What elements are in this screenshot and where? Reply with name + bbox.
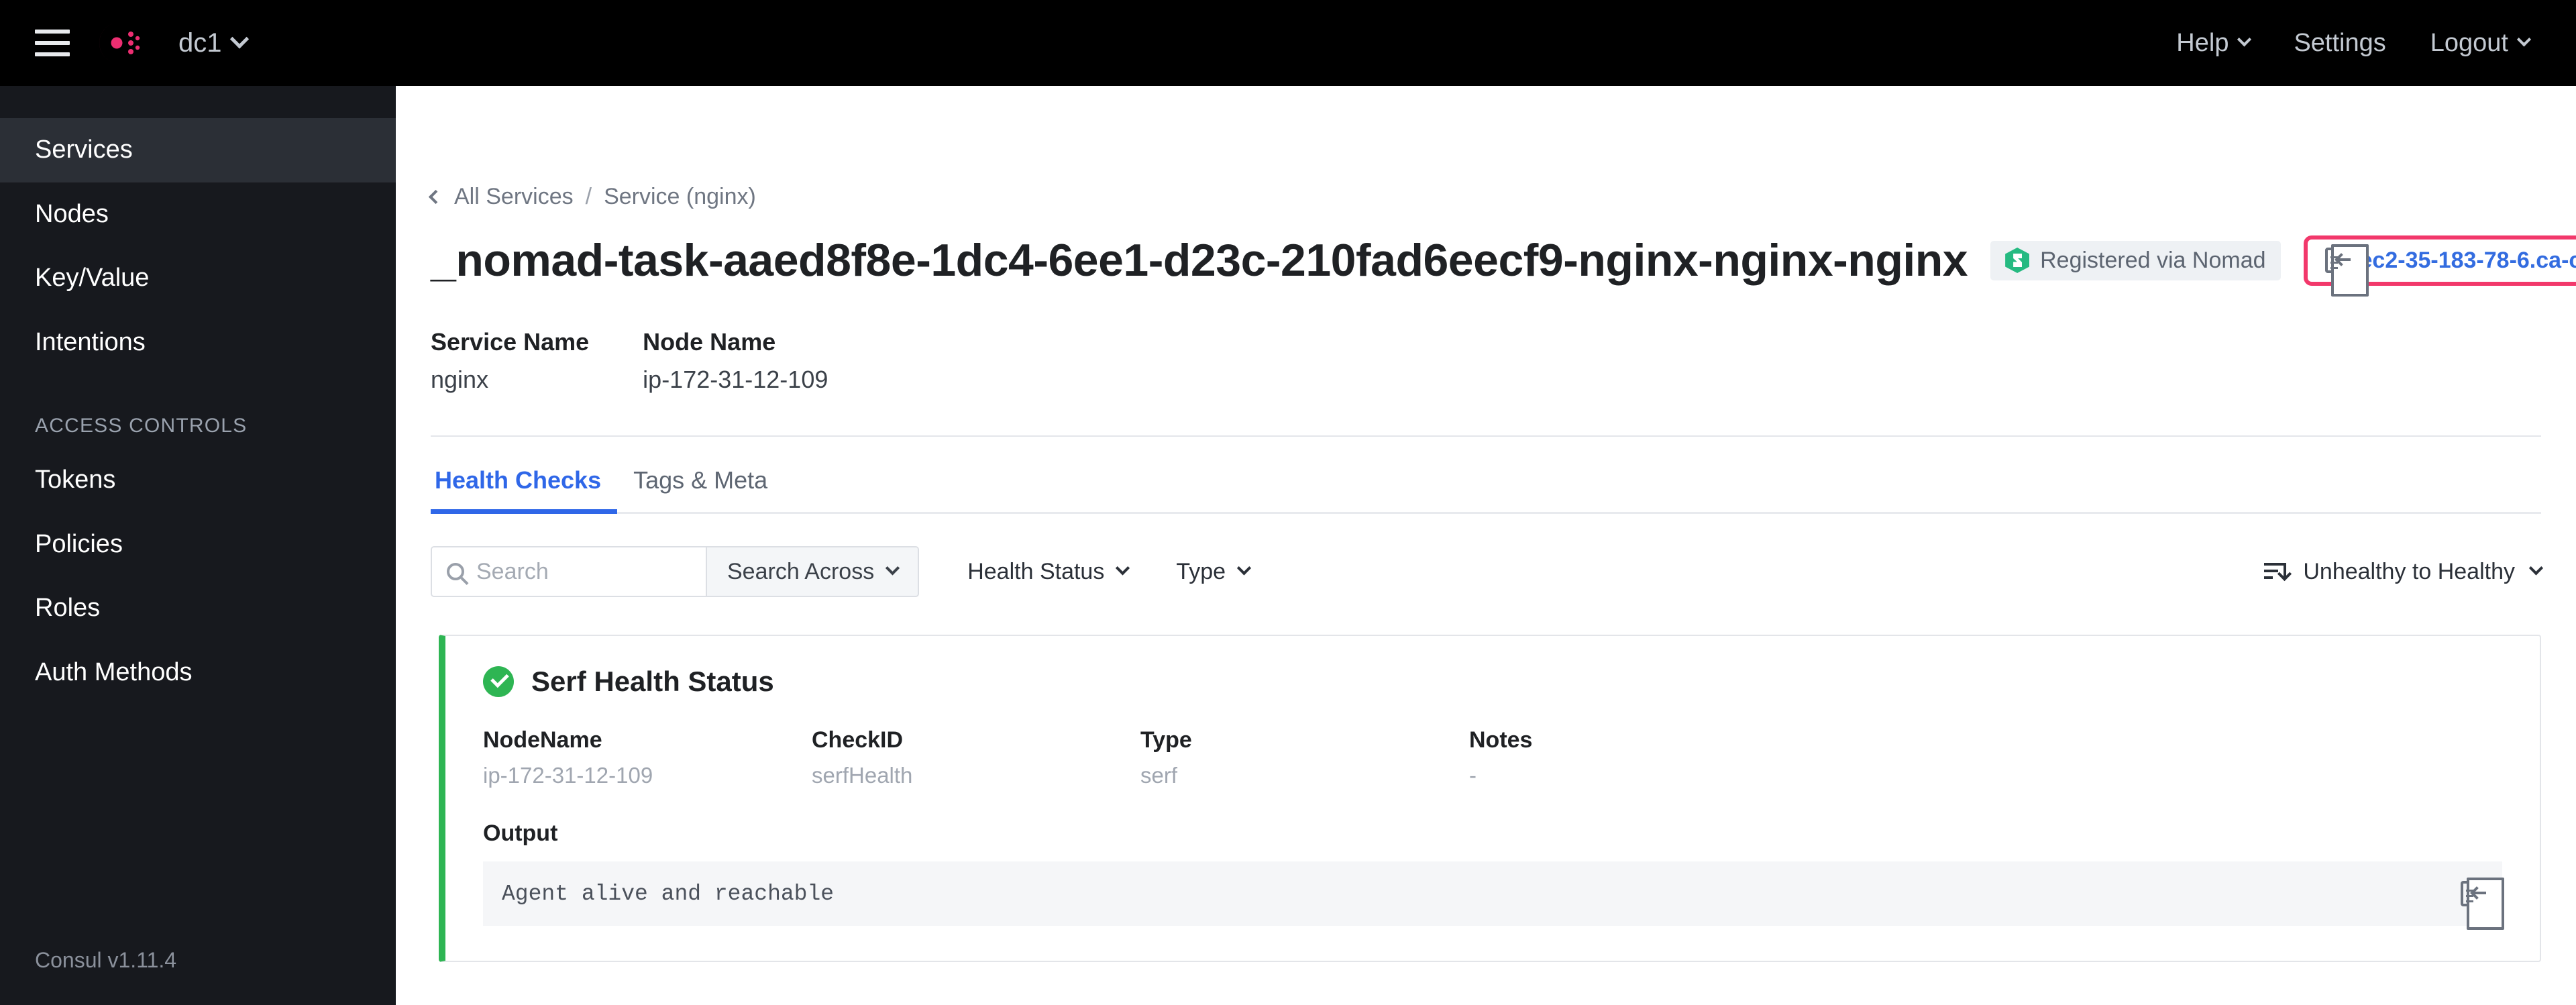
page-header-row: _nomad-task-aaed8f8e-1dc4-6ee1-d23c-210f… [431,234,2576,297]
sidebar-item-tokens[interactable]: Tokens [0,448,396,513]
filter-toolbar: Search Across Health Status Type [431,546,2544,597]
badge-label: Registered via Nomad [2040,247,2266,273]
field-notes-label: Notes [1469,727,1533,753]
field-notes-value: - [1469,763,1477,788]
hamburger-menu-icon[interactable] [35,30,70,56]
type-filter-label: Type [1176,558,1226,584]
nomad-logo-icon [2005,248,2030,273]
health-status-filter[interactable]: Health Status [967,558,1130,585]
tab-bar: Health Checks Tags & Meta [431,437,2541,514]
chevron-down-icon [2516,32,2532,46]
sidebar-navigation: Services Nodes Key/Value Intentions ACCE… [0,86,396,1005]
field-checkid-label: CheckID [812,727,904,753]
sidebar-item-nodes[interactable]: Nodes [0,182,396,247]
node-address-copy-chip[interactable]: ec2-35-183-78-6.ca-central-1.compute.ama… [2303,235,2576,297]
output-text: Agent alive and reachable [502,881,835,906]
chevron-down-icon [2237,32,2252,46]
consul-logo-icon[interactable] [93,18,142,68]
sort-label: Unhealthy to Healthy [2303,558,2515,584]
sidebar-item-roles[interactable]: Roles [0,576,396,641]
help-label: Help [2176,28,2229,57]
datacenter-label: dc1 [178,28,222,58]
node-address-text: ec2-35-183-78-6.ca-central-1.compute.ama… [2359,247,2576,273]
field-nodename-label: NodeName [483,727,602,753]
search-box[interactable] [432,547,706,596]
service-meta-row: Service Name nginx Node Name ip-172-31-1… [431,328,2541,394]
sidebar-item-intentions[interactable]: Intentions [0,311,396,375]
consul-version-label: Consul v1.11.4 [35,948,177,972]
tab-tags-and-meta[interactable]: Tags & Meta [617,437,784,512]
search-group: Search Across [431,546,920,597]
check-circle-icon [483,666,514,697]
sort-descending-icon [2264,562,2287,582]
service-name-block: Service Name nginx [431,328,589,394]
field-nodename: NodeName ip-172-31-12-109 [483,727,812,788]
chevron-down-icon [885,560,900,575]
field-type: Type serf [1140,727,1469,788]
sidebar-section-access-controls: ACCESS CONTROLS [35,415,248,437]
health-check-title: Serf Health Status [531,666,774,697]
settings-link[interactable]: Settings [2294,29,2385,58]
field-checkid-value: serfHealth [812,763,913,788]
chevron-down-icon [229,30,249,49]
topbar-nav-group: Help Settings Logout [2176,28,2532,58]
breadcrumb: All Services / Service (nginx) [428,86,2541,210]
type-filter[interactable]: Type [1176,558,1252,585]
sidebar-item-auth-methods[interactable]: Auth Methods [0,641,396,705]
settings-label: Settings [2294,28,2386,57]
search-input[interactable] [476,558,691,585]
copy-to-clipboard-icon[interactable] [2461,878,2504,930]
chevron-left-icon [428,189,443,205]
search-icon [447,563,464,580]
output-label: Output [483,821,558,846]
sidebar-item-policies[interactable]: Policies [0,513,396,577]
tab-health-checks[interactable]: Health Checks [431,437,618,514]
search-across-label: Search Across [727,558,875,584]
breadcrumb-separator: / [585,184,592,209]
field-checkid: CheckID serfHealth [812,727,1140,788]
output-box: Agent alive and reachable [483,861,2504,930]
node-name-block: Node Name ip-172-31-12-109 [643,328,828,394]
sidebar-item-key-value[interactable]: Key/Value [0,246,396,311]
chevron-down-icon [1236,560,1252,575]
service-name-value: nginx [431,366,489,393]
copy-to-clipboard-icon [2324,244,2369,297]
node-name-value: ip-172-31-12-109 [643,366,828,393]
field-type-value: serf [1140,763,1178,788]
main-content: All Services / Service (nginx) _nomad-ta… [396,86,2576,1005]
datacenter-selector[interactable]: dc1 [178,28,249,58]
health-check-fields: NodeName ip-172-31-12-109 CheckID serfHe… [483,727,2502,788]
service-name-label: Service Name [431,328,590,356]
registered-via-nomad-badge: Registered via Nomad [1990,240,2281,280]
help-menu[interactable]: Help [2176,28,2252,58]
chevron-down-icon [2528,560,2544,575]
health-check-card: Serf Health Status NodeName ip-172-31-12… [439,635,2541,962]
app-body: Services Nodes Key/Value Intentions ACCE… [0,86,2576,1005]
field-type-label: Type [1140,727,1192,753]
field-nodename-value: ip-172-31-12-109 [483,763,653,788]
sidebar-item-services[interactable]: Services [0,118,396,182]
consul-app-window: dc1 Help Settings Logout Services Nodes … [0,0,2576,1005]
search-across-dropdown[interactable]: Search Across [706,547,918,596]
breadcrumb-current: Service (nginx) [604,184,756,209]
sort-dropdown[interactable]: Unhealthy to Healthy [2264,558,2544,585]
page-title: _nomad-task-aaed8f8e-1dc4-6ee1-d23c-210f… [431,235,1968,286]
field-notes: Notes - [1469,727,1798,788]
chevron-down-icon [1116,560,1130,575]
top-navigation-bar: dc1 Help Settings Logout [0,0,2576,86]
logout-menu[interactable]: Logout [2430,28,2532,58]
health-check-header: Serf Health Status [483,666,2502,698]
logout-label: Logout [2430,28,2508,57]
node-name-label: Node Name [643,328,776,356]
breadcrumb-all-services-link[interactable]: All Services [454,184,574,210]
health-status-label: Health Status [967,558,1105,584]
